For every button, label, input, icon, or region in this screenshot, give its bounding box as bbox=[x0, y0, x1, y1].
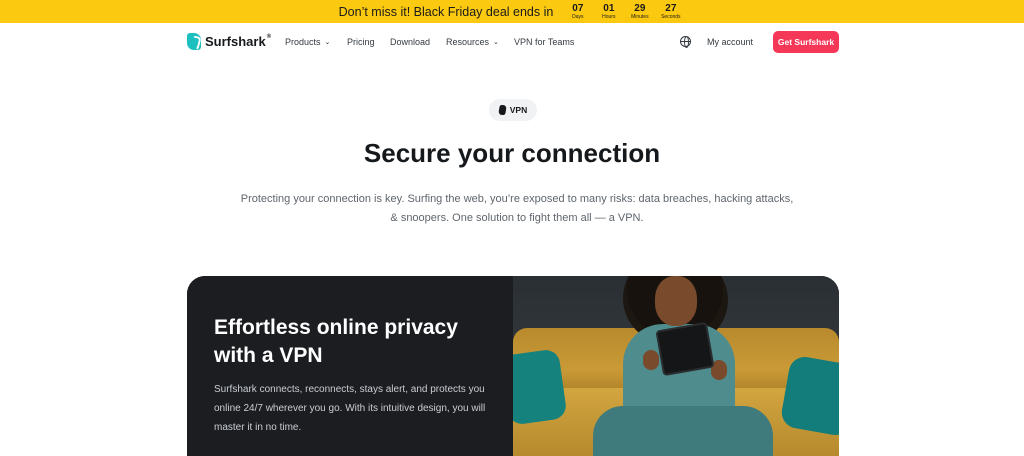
timer-value: 29 bbox=[634, 2, 646, 14]
timer-unit: Seconds bbox=[661, 13, 681, 20]
timer-unit: Hours bbox=[602, 13, 616, 20]
nav-item-vpn-for-teams[interactable]: VPN for Teams bbox=[514, 37, 574, 47]
vpn-badge: VPN bbox=[489, 99, 537, 121]
timer-days: 07 Days bbox=[565, 2, 590, 22]
countdown-timer: 07 Days 01 Hours 29 Minutes 27 Seconds bbox=[563, 2, 685, 22]
feature-card: Effortless online privacy with a VPN Sur… bbox=[187, 276, 839, 456]
globe-icon[interactable] bbox=[680, 36, 691, 48]
main-nav: Surfshark® Products ⌄ Pricing Download R… bbox=[0, 23, 1024, 61]
nav-item-label: Pricing bbox=[347, 37, 375, 47]
feature-card-text-panel: Effortless online privacy with a VPN Sur… bbox=[187, 276, 513, 456]
nav-item-pricing[interactable]: Pricing bbox=[347, 37, 375, 47]
photo-tablet bbox=[655, 321, 715, 377]
page-title: Secure your connection bbox=[363, 138, 661, 168]
timer-value: 27 bbox=[665, 2, 677, 14]
feature-card-title: Effortless online privacy with a VPN bbox=[214, 316, 458, 367]
nav-item-label: Download bbox=[390, 37, 431, 47]
feature-card-photo bbox=[513, 276, 839, 456]
feature-card-description: Surfshark connects, reconnects, stays al… bbox=[214, 384, 486, 433]
hero-subtitle: Protecting your connection is key. Surfi… bbox=[240, 193, 794, 224]
surfshark-mark-icon bbox=[497, 105, 507, 115]
photo-person-hand bbox=[643, 350, 659, 370]
my-account-label: My account bbox=[707, 37, 754, 47]
timer-value: 01 bbox=[603, 2, 615, 14]
promo-text: Don’t miss it! Black Friday deal ends in bbox=[338, 4, 554, 19]
photo-person-face bbox=[655, 276, 697, 326]
nav-item-label: Products bbox=[285, 37, 321, 47]
nav-item-label: VPN for Teams bbox=[514, 37, 575, 47]
photo-person-legs bbox=[593, 406, 773, 456]
timer-unit: Minutes bbox=[631, 13, 649, 20]
timer-minutes: 29 Minutes bbox=[627, 2, 652, 22]
promo-banner: Don’t miss it! Black Friday deal ends in… bbox=[0, 0, 1024, 23]
timer-value: 07 bbox=[572, 2, 584, 14]
chevron-down-icon: ⌄ bbox=[493, 39, 499, 46]
nav-item-download[interactable]: Download bbox=[390, 37, 430, 47]
photo-pillow-left bbox=[513, 348, 568, 426]
chevron-down-icon: ⌄ bbox=[324, 39, 331, 46]
my-account-link[interactable]: My account bbox=[707, 37, 753, 47]
surfshark-logo[interactable]: Surfshark® bbox=[187, 33, 271, 50]
timer-hours: 01 Hours bbox=[596, 2, 621, 22]
badge-label: VPN bbox=[509, 105, 528, 115]
timer-seconds: 27 Seconds bbox=[658, 2, 683, 22]
nav-item-label: Resources bbox=[446, 37, 490, 47]
nav-item-products[interactable]: Products ⌄ bbox=[285, 37, 330, 47]
surfshark-logo-icon bbox=[187, 33, 201, 50]
logo-text: Surfshark® bbox=[205, 34, 272, 49]
get-surfshark-button[interactable]: Get Surfshark bbox=[773, 31, 839, 53]
nav-item-resources[interactable]: Resources ⌄ bbox=[446, 37, 499, 47]
timer-unit: Days bbox=[572, 13, 584, 20]
